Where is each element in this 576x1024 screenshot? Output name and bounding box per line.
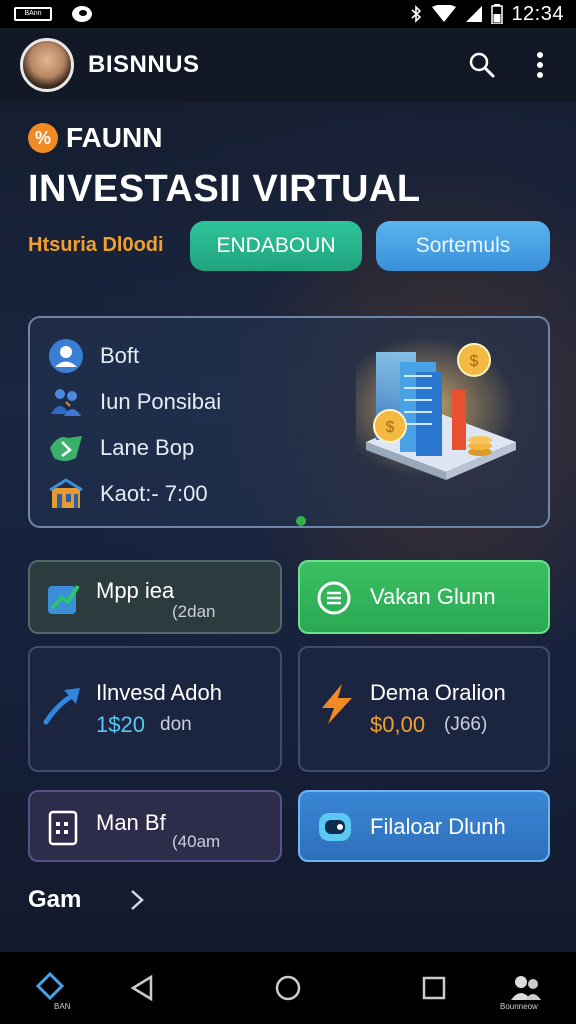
tile-label: Filaloar Dlunh: [370, 814, 506, 839]
man-tile[interactable]: Man Bf (40am: [28, 790, 282, 862]
percent-icon: %: [28, 123, 58, 153]
info-label: Boft: [100, 343, 140, 368]
svg-text:$: $: [470, 353, 479, 370]
page-title: INVESTASII VIRTUAL: [28, 168, 421, 210]
diamond-icon: [35, 972, 65, 1001]
home-circle-icon: [275, 975, 301, 1001]
robot-icon: [319, 813, 351, 841]
see-more-row[interactable]: Gam: [28, 886, 145, 914]
money-icon: [50, 436, 82, 461]
primary-button[interactable]: ENDABOUN: [190, 220, 362, 271]
chart-box-icon: [48, 584, 80, 614]
info-label: Kaot:- 7:00: [100, 481, 208, 506]
notification-badge: BAnn: [14, 7, 52, 21]
people-icon: [51, 389, 81, 416]
lightning-icon: [322, 684, 352, 724]
info-label: Lane Bop: [100, 435, 195, 460]
info-row: Iun Ponsibai: [48, 384, 221, 420]
subtitle: Htsuria Dl0odi: [28, 234, 164, 256]
chevron-right-icon: [131, 890, 145, 910]
app-bar: BISNNUS: [0, 28, 576, 102]
building-icon: [49, 478, 83, 508]
tile-value: 1$20: [96, 712, 145, 737]
tile-label: Dema Oralion: [370, 680, 506, 705]
info-row: Lane Bop: [48, 430, 194, 466]
secondary-button[interactable]: Sortemuls: [376, 220, 550, 271]
tile-unit: (J66): [444, 714, 488, 735]
nav-caption: BAN: [54, 1002, 71, 1011]
tile-sub: (2dan: [172, 602, 216, 621]
info-card[interactable]: Boft Iun Ponsibai Lane Bop Kaot:- 7:00 $…: [28, 316, 550, 528]
clock: 12:34: [511, 2, 564, 25]
tile-label: Vakan Glunn: [370, 584, 496, 609]
bluetooth-icon: [411, 5, 422, 23]
user-icon: [49, 339, 83, 373]
info-row: Boft: [48, 338, 139, 374]
battery-icon: [491, 4, 504, 24]
tile-sub: (40am: [172, 832, 221, 851]
people-icon: [511, 976, 541, 1000]
recents-square-icon: [422, 976, 446, 1000]
vakan-tile[interactable]: Vakan Glunn: [298, 560, 550, 634]
search-icon: [469, 52, 495, 78]
tile-unit: don: [160, 714, 192, 735]
tile-value: $0,00: [370, 712, 426, 737]
brand-title: BISNNUS: [88, 51, 200, 78]
tile-label: Ilnvesd Adoh: [96, 680, 222, 705]
filaloar-tile[interactable]: Filaloar Dlunh: [298, 790, 550, 862]
phone-calc-icon: [48, 810, 78, 846]
section-tag: % FAUNN: [28, 122, 162, 154]
home-button[interactable]: [266, 966, 310, 1010]
dema-tile[interactable]: Dema Oralion $0,00 (J66): [298, 646, 550, 772]
info-row: Kaot:- 7:00: [48, 476, 208, 512]
status-dot: [296, 516, 306, 526]
svg-text:$: $: [386, 419, 395, 436]
trend-up-icon: [43, 688, 80, 725]
avatar[interactable]: [20, 38, 74, 92]
tile-label: Mpp iea: [96, 578, 175, 603]
chat-icon: [72, 6, 92, 22]
signal-icon: [466, 6, 483, 22]
nav-caption: Bounneow: [500, 1002, 538, 1011]
status-bar: BAnn 12:34: [0, 0, 576, 28]
section-tag-label: FAUNN: [66, 122, 163, 153]
wifi-icon: [432, 5, 457, 22]
action-row: Htsuria Dl0odi ENDABOUN Sortemuls: [28, 220, 552, 271]
see-more-label: Gam: [28, 886, 82, 913]
more-vert-icon: [537, 52, 543, 78]
investment-illustration: $ $: [356, 337, 516, 480]
invest-tile[interactable]: Ilnvesd Adoh 1$20 don: [28, 646, 282, 772]
search-button[interactable]: [466, 49, 498, 81]
main-screen: BISNNUS % FAUNN INVESTASII VIRTUAL Htsur…: [0, 28, 576, 952]
tile-label: Man Bf: [96, 810, 166, 835]
system-nav-bar: BAN Bounneow: [0, 952, 576, 1024]
info-label: Iun Ponsibai: [100, 389, 222, 414]
recents-button[interactable]: [412, 966, 456, 1010]
more-options-button[interactable]: [524, 49, 556, 81]
back-button[interactable]: [120, 966, 164, 1010]
list-circle-icon: [317, 581, 351, 615]
back-triangle-icon: [130, 974, 153, 1002]
mpp-tile[interactable]: Mpp iea (2dan: [28, 560, 282, 634]
